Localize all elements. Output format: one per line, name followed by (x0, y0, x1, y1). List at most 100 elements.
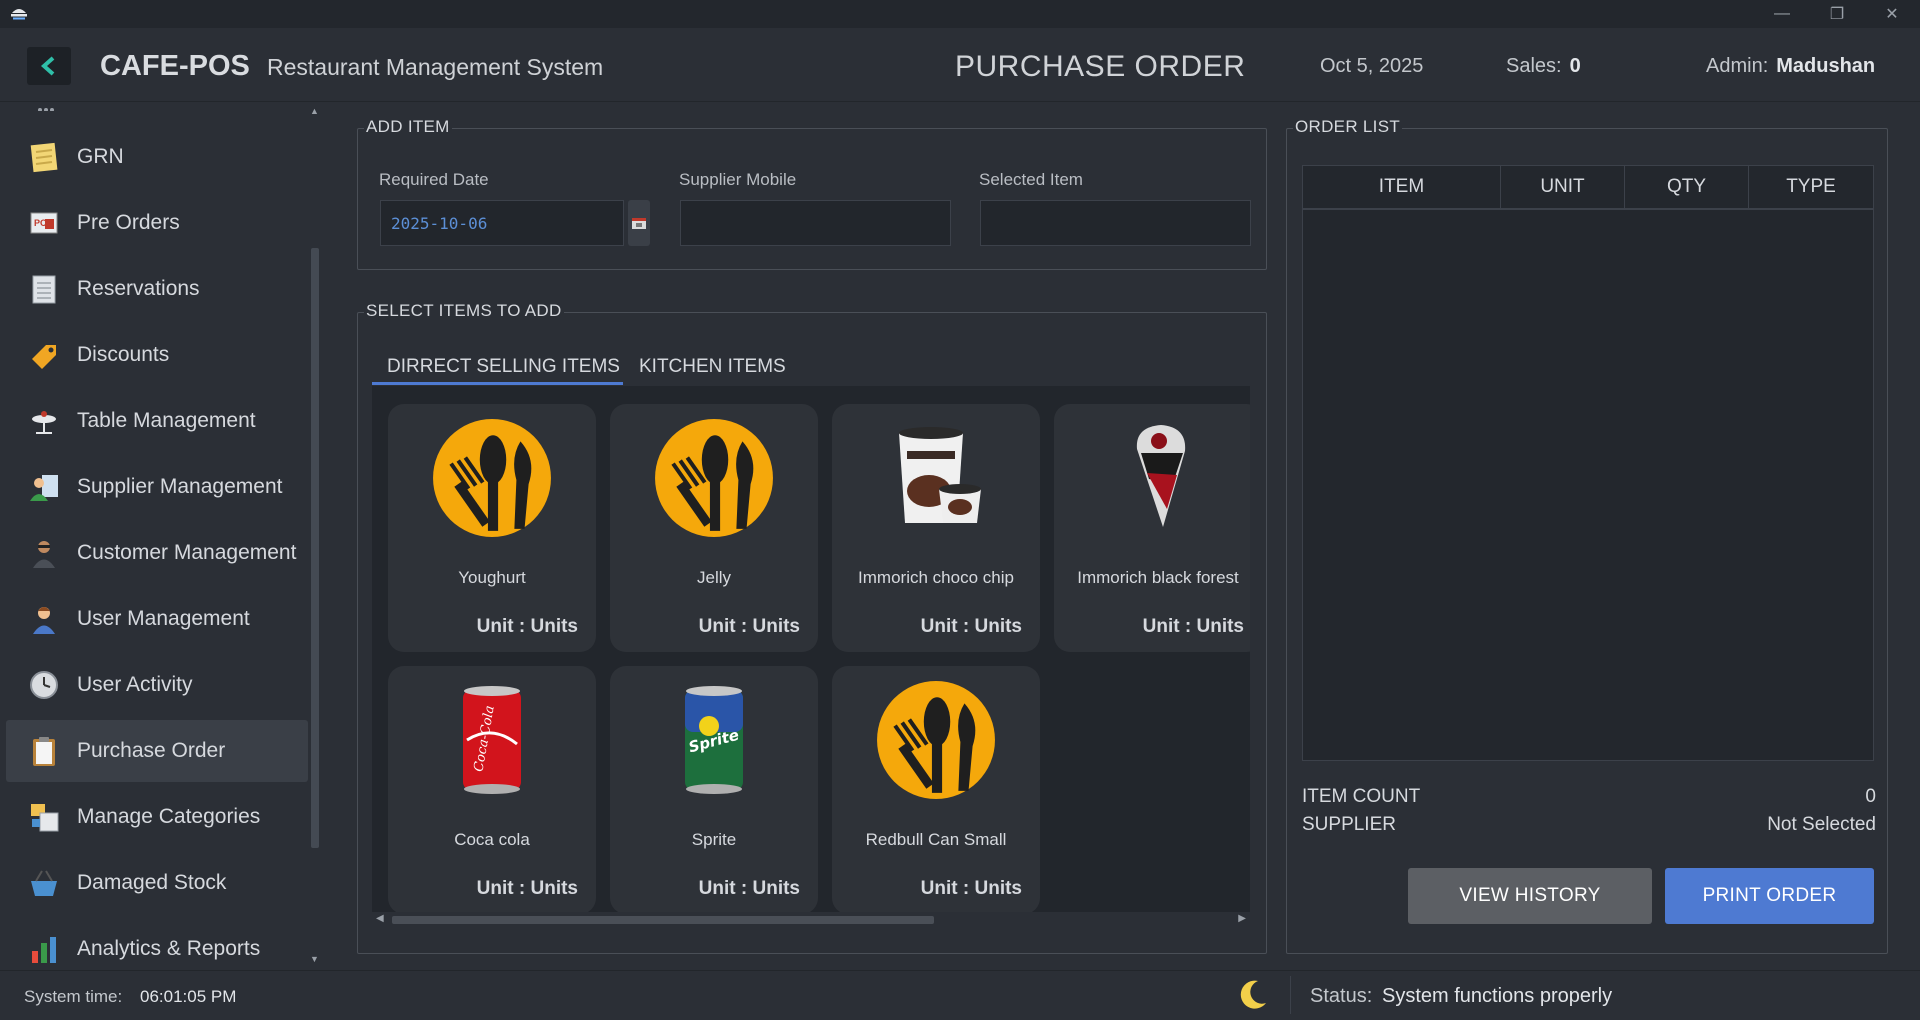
back-button[interactable] (27, 47, 71, 85)
header-date: Oct 5, 2025 (1320, 55, 1424, 77)
tag-icon (26, 337, 62, 373)
item-card-immorich-choco-chip[interactable]: Immorich choco chip Unit : Units (832, 404, 1040, 652)
sidebar-item-label: Reservations (77, 277, 200, 300)
order-table[interactable]: ITEM UNIT QTY TYPE (1302, 165, 1874, 761)
coca-cola-can-image: Coca-Cola (422, 680, 562, 800)
sidebar: GRN PO Pre Orders Reservations Discounts… (0, 103, 322, 970)
required-date-label: Required Date (379, 170, 489, 189)
notepad-icon (26, 139, 62, 175)
sidebar-item-purchase-order[interactable]: Purchase Order (6, 720, 308, 782)
sidebar-item-customer-management[interactable]: Customer Management (6, 522, 308, 584)
items-scroll-thumb[interactable] (392, 916, 934, 924)
sidebar-item-label: Discounts (77, 343, 170, 366)
ice-cream-tub-image (866, 418, 1006, 538)
item-card-coca-cola[interactable]: Coca-Cola Coca cola Unit : Units (388, 666, 596, 914)
item-card-jelly[interactable]: Jelly Unit : Units (610, 404, 818, 652)
item-unit: Unit : Units (920, 616, 1022, 637)
column-header-item[interactable]: ITEM (1303, 166, 1501, 210)
item-unit: Unit : Units (698, 878, 800, 899)
item-name: Jelly (696, 568, 731, 587)
clock-icon (26, 667, 62, 703)
clipboard-icon (26, 733, 62, 769)
sales-label: Sales: (1506, 55, 1562, 77)
sidebar-item-user-management[interactable]: User Management (6, 588, 308, 650)
sidebar-item-label: User Activity (77, 673, 193, 696)
column-header-type[interactable]: TYPE (1749, 166, 1873, 210)
item-unit: Unit : Units (1142, 616, 1244, 637)
sidebar-item-grn[interactable]: GRN (6, 126, 308, 188)
chevron-left-icon (40, 56, 55, 76)
item-name: Coca cola (454, 830, 530, 849)
selected-item-field[interactable] (980, 200, 1251, 246)
table-icon (26, 403, 62, 439)
sidebar-item-label: Damaged Stock (77, 871, 227, 894)
item-card-redbull-can-small[interactable]: Redbull Can Small Unit : Units (832, 666, 1040, 914)
sidebar-scroll-thumb[interactable] (311, 248, 319, 848)
items-grid: Youghurt Unit : Units Jelly Unit : Units… (372, 386, 1250, 920)
admin-label: Admin: (1706, 55, 1769, 77)
pre-order-icon: PO (26, 205, 62, 241)
window-titlebar: — ❐ ✕ (0, 0, 1920, 28)
sidebar-item-user-activity[interactable]: User Activity (6, 654, 308, 716)
brand-subtitle: Restaurant Management System (267, 54, 604, 80)
select-items-legend: SELECT ITEMS TO ADD (364, 301, 564, 321)
user-icon (26, 601, 62, 637)
column-header-qty[interactable]: QTY (1625, 166, 1749, 210)
sales-indicator: Sales: 0 (1506, 55, 1581, 78)
categories-icon (26, 799, 62, 835)
sidebar-item-label: Customer Management (77, 541, 297, 564)
column-header-unit[interactable]: UNIT (1501, 166, 1625, 210)
item-unit: Unit : Units (476, 878, 578, 899)
bar-chart-icon (26, 931, 62, 967)
cutlery-logo-icon (644, 418, 784, 538)
supplier-mobile-label: Supplier Mobile (679, 170, 797, 189)
item-name: Immorich black forest (1077, 568, 1239, 587)
active-tab-indicator (372, 382, 623, 385)
item-name: Youghurt (458, 568, 526, 587)
scroll-down-icon[interactable]: ▼ (310, 954, 319, 964)
sidebar-item-analytics-reports[interactable]: Analytics & Reports (6, 918, 308, 970)
item-count-value: 0 (1865, 786, 1876, 807)
page-title: PURCHASE ORDER (955, 50, 1246, 83)
sidebar-item-manage-categories[interactable]: Manage Categories (6, 786, 308, 848)
status-divider (1290, 976, 1291, 1014)
sidebar-item-label: Supplier Management (77, 475, 283, 498)
sidebar-item-reservations[interactable]: Reservations (6, 258, 308, 320)
supplier-icon (26, 469, 62, 505)
sales-value: 0 (1569, 55, 1581, 77)
required-date-value: 2025-10-06 (391, 214, 488, 233)
sidebar-item-table-management[interactable]: Table Management (6, 390, 308, 452)
ice-cream-cone-image (1088, 418, 1228, 538)
item-name: Redbull Can Small (865, 830, 1007, 849)
minimize-icon[interactable]: — (1762, 2, 1802, 26)
required-date-field[interactable]: 2025-10-06 (380, 200, 624, 246)
supplier-mobile-input[interactable] (680, 200, 951, 246)
item-card-sprite[interactable]: Sprite Sprite Unit : Units (610, 666, 818, 914)
sidebar-item-supplier-management[interactable]: Supplier Management (6, 456, 308, 518)
close-icon[interactable]: ✕ (1872, 2, 1912, 26)
moon-icon[interactable] (1238, 979, 1268, 1016)
sidebar-item-pre-orders[interactable]: PO Pre Orders (6, 192, 308, 254)
calendar-button[interactable] (628, 200, 650, 246)
sidebar-item-damaged-stock[interactable]: Damaged Stock (6, 852, 308, 914)
status-value: System functions properly (1382, 985, 1613, 1007)
item-card-immorich-black-forest[interactable]: Immorich black forest Unit : Units (1054, 404, 1250, 652)
scroll-right-icon[interactable]: ▶ (1238, 913, 1246, 924)
app-header: CAFE-POS Restaurant Management System PU… (0, 28, 1920, 102)
basket-icon (26, 865, 62, 901)
item-unit: Unit : Units (698, 616, 800, 637)
scroll-up-icon[interactable]: ▲ (310, 106, 319, 116)
sidebar-item-discounts[interactable]: Discounts (6, 324, 308, 386)
sidebar-item-label: Manage Categories (77, 805, 261, 828)
selected-item-label: Selected Item (979, 170, 1083, 189)
restore-icon[interactable]: ❐ (1817, 2, 1857, 26)
item-card-youghurt[interactable]: Youghurt Unit : Units (388, 404, 596, 652)
calendar-icon (632, 218, 646, 229)
add-item-panel: ADD ITEM (357, 117, 1267, 270)
scroll-left-icon[interactable]: ◀ (376, 913, 384, 924)
brand-name: CAFE-POS (100, 50, 250, 82)
sidebar-item-label: User Management (77, 607, 250, 630)
view-history-button[interactable]: VIEW HISTORY (1408, 868, 1652, 924)
tab-kitchen-items[interactable]: KITCHEN ITEMS (639, 356, 786, 386)
print-order-button[interactable]: PRINT ORDER (1665, 868, 1874, 924)
